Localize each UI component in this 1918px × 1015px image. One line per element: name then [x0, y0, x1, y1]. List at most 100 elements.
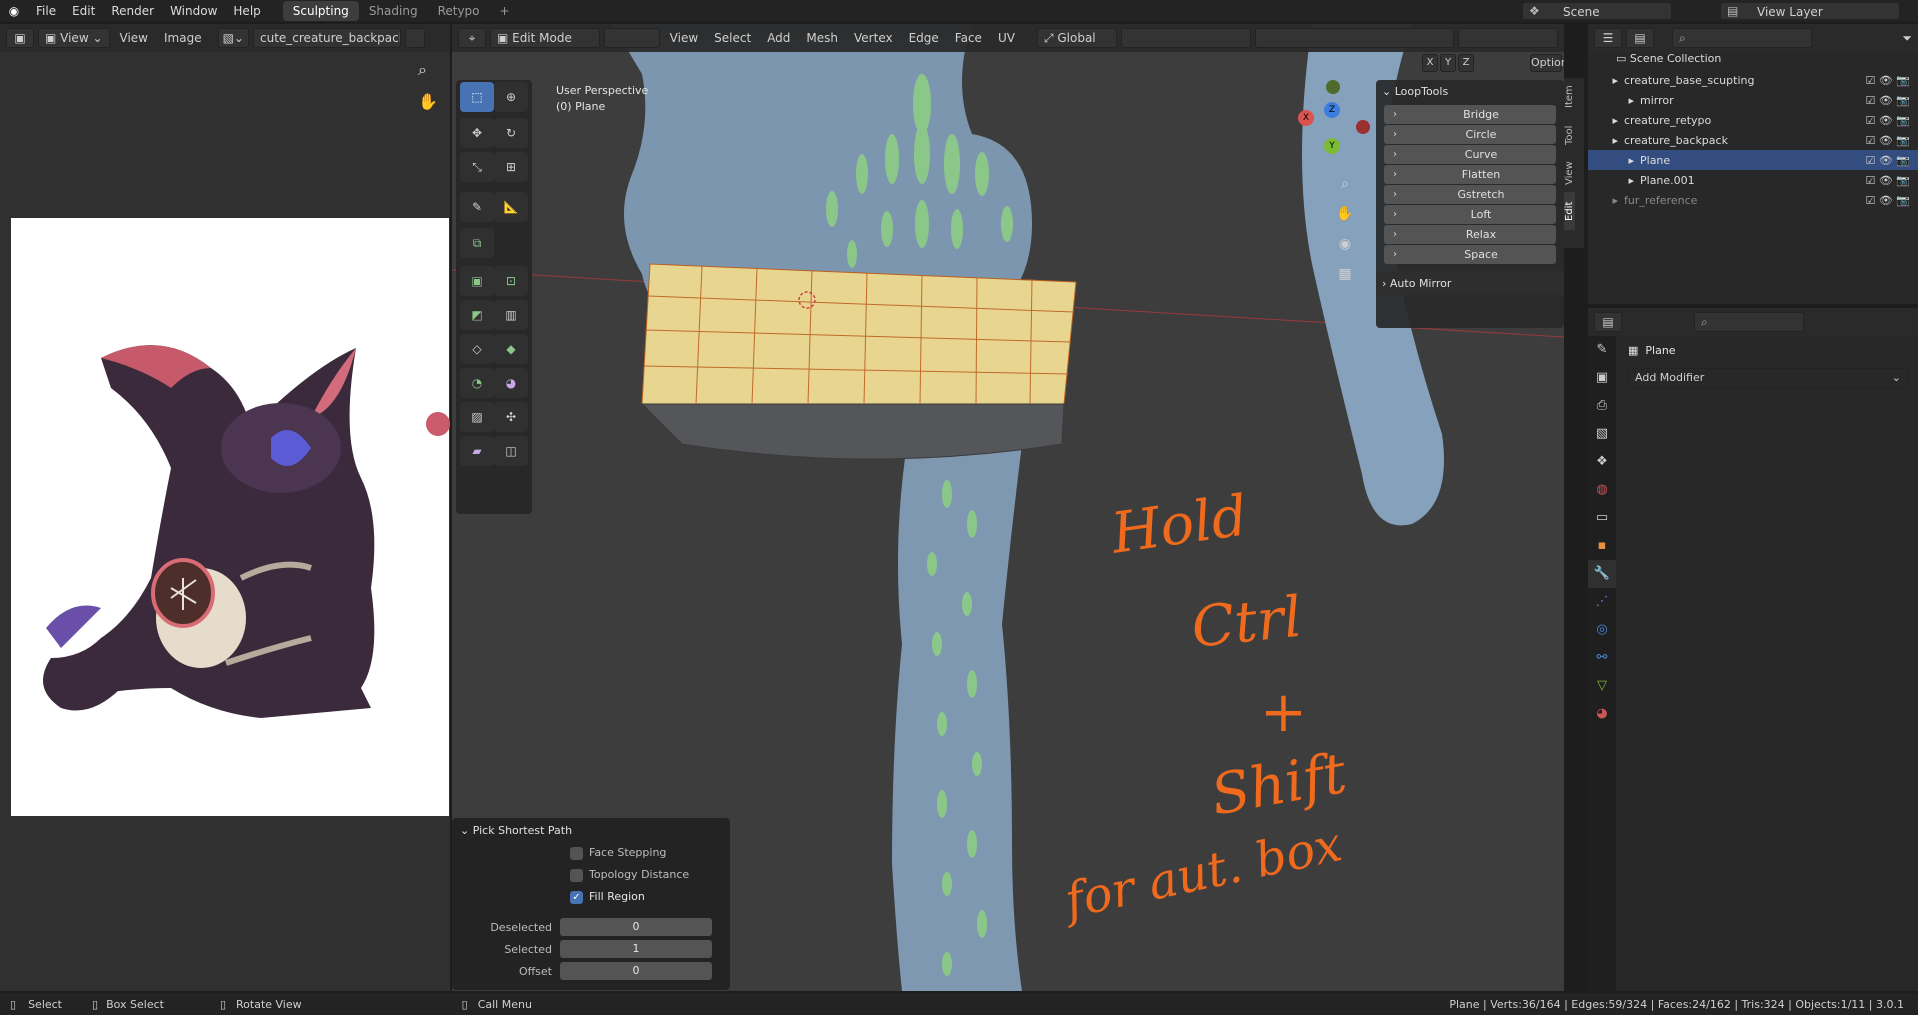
visibility-toggle-icons[interactable]: ☑ 👁 📷 — [1865, 114, 1910, 127]
expand-arrow-icon[interactable]: ▸ — [1588, 74, 1624, 87]
image-browse-button[interactable]: ▧⌄ — [217, 28, 249, 48]
visibility-toggle-icons[interactable]: ☑ 👁 📷 — [1865, 74, 1910, 87]
offset-field[interactable]: 0 — [560, 962, 712, 980]
pan-hand-icon[interactable]: ✋ — [1332, 199, 1358, 229]
mirror-x-button[interactable]: X — [1422, 54, 1438, 72]
outliner-row[interactable]: ▸ fur_reference ☑ 👁 📷 — [1588, 190, 1918, 210]
gizmo-x-axis[interactable]: X — [1298, 110, 1314, 126]
select-box-tool[interactable]: ⬚ — [460, 82, 494, 112]
zoom-icon[interactable]: ⌕ — [1332, 169, 1358, 199]
expand-arrow-icon[interactable]: ▸ — [1588, 174, 1640, 187]
mode-dropdown[interactable]: ▣ Edit Mode — [489, 28, 600, 48]
deselected-field[interactable]: 0 — [560, 918, 712, 936]
editor-type-icon[interactable]: ▤ — [1594, 312, 1622, 332]
view-mode-dropdown[interactable]: ▣ View ⌄ — [38, 28, 110, 48]
camera-icon[interactable]: ◉ — [1332, 229, 1358, 259]
scene-tab-icon[interactable]: ❖ — [1588, 448, 1616, 476]
rip-tool[interactable]: ◫ — [494, 436, 528, 466]
snapping-controls[interactable] — [1120, 28, 1251, 48]
visibility-toggle-icons[interactable]: ☑ 👁 📷 — [1865, 154, 1910, 167]
outliner-row[interactable]: ▸ creature_backpack ☑ 👁 📷 — [1588, 130, 1918, 150]
shrink-fatten-tool[interactable]: ✣ — [494, 402, 528, 432]
render-tab-icon[interactable]: ▣ — [1588, 364, 1616, 392]
transform-tool[interactable]: ⊞ — [494, 152, 528, 182]
image-filename-field[interactable]: cute_creature_backpack.jpg — [253, 28, 401, 48]
constraints-tab-icon[interactable]: ⚯ — [1588, 644, 1616, 672]
looptools-item[interactable]: › Circle — [1384, 125, 1556, 144]
physics-tab-icon[interactable]: ◎ — [1588, 616, 1616, 644]
tab-view[interactable]: View — [1564, 154, 1575, 192]
looptools-item[interactable]: › Flatten — [1384, 165, 1556, 184]
knife-tool[interactable]: ◇ — [460, 334, 494, 364]
menu-add[interactable]: Add — [761, 28, 796, 48]
measure-tool[interactable]: 📐 — [494, 192, 528, 222]
expand-arrow-icon[interactable]: ▸ — [1588, 114, 1624, 127]
looptools-header[interactable]: ⌄ LoopTools — [1376, 80, 1564, 102]
menu-face[interactable]: Face — [949, 28, 988, 48]
auto-mirror-header[interactable]: › Auto Mirror — [1376, 271, 1564, 295]
workspace-tab-sculpting[interactable]: Sculpting — [282, 1, 359, 21]
object-tab-icon[interactable]: ▪ — [1588, 532, 1616, 560]
menu-select[interactable]: Select — [708, 28, 757, 48]
menu-window[interactable]: Window — [162, 0, 225, 22]
outliner-search-input[interactable]: ⌕ — [1672, 28, 1812, 48]
poly-build-tool[interactable]: ◆ — [494, 334, 528, 364]
3d-viewport[interactable]: ⌖ ▣ Edit Mode View Select Add Mesh Verte… — [452, 24, 1564, 991]
add-workspace-button[interactable]: + — [490, 1, 520, 21]
topology-distance-checkbox[interactable]: Topology Distance — [570, 864, 730, 886]
collection-tab-icon[interactable]: ▭ — [1588, 504, 1616, 532]
menu-image[interactable]: Image — [158, 28, 208, 48]
rotate-tool[interactable]: ↻ — [494, 118, 528, 148]
inset-tool[interactable]: ⊡ — [494, 266, 528, 296]
expand-arrow-icon[interactable]: ▸ — [1588, 154, 1640, 167]
orientation-dropdown[interactable]: ⤢ Global — [1036, 28, 1117, 48]
visibility-toggle-icons[interactable]: ☑ 👁 📷 — [1865, 194, 1910, 207]
looptools-item[interactable]: › Curve — [1384, 145, 1556, 164]
mirror-z-button[interactable]: Z — [1458, 54, 1474, 72]
properties-search-input[interactable]: ⌕ — [1694, 312, 1804, 332]
gizmo-neg-x[interactable] — [1356, 120, 1370, 134]
menu-file[interactable]: File — [28, 0, 64, 22]
material-tab-icon[interactable]: ◕ — [1588, 700, 1616, 728]
workspace-tab-retypo[interactable]: Retypo — [428, 1, 490, 21]
cursor-tool[interactable]: ⊕ — [494, 82, 528, 112]
scene-selector[interactable]: ❖ Scene — [1522, 2, 1672, 20]
menu-edge[interactable]: Edge — [903, 28, 945, 48]
viewport-overlays[interactable] — [1254, 28, 1455, 48]
options-dropdown[interactable]: Options — [1530, 54, 1564, 72]
loop-cut-tool[interactable]: ▥ — [494, 300, 528, 330]
zoom-icon[interactable]: ⌕ — [418, 60, 427, 80]
tab-tool[interactable]: Tool — [1564, 116, 1575, 154]
visibility-toggle-icons[interactable]: ☑ 👁 📷 — [1865, 134, 1910, 147]
output-tab-icon[interactable]: ⎙ — [1588, 392, 1616, 420]
workspace-tab-shading[interactable]: Shading — [359, 1, 428, 21]
add-cube-tool[interactable]: ⧉ — [460, 228, 494, 258]
navigation-gizmo[interactable]: X Z Y — [1274, 78, 1374, 168]
smooth-tool[interactable]: ◕ — [494, 368, 528, 398]
shading-mode-buttons[interactable] — [1458, 28, 1558, 48]
duplicate-image-icon[interactable] — [405, 28, 425, 48]
menu-edit[interactable]: Edit — [64, 0, 103, 22]
gizmo-y-axis[interactable]: Y — [1324, 138, 1340, 154]
face-stepping-checkbox[interactable]: Face Stepping — [570, 842, 730, 864]
scale-tool[interactable]: ⤡ — [460, 152, 494, 182]
data-tab-icon[interactable]: ▽ — [1588, 672, 1616, 700]
operator-panel-header[interactable]: ⌄ Pick Shortest Path — [452, 818, 730, 842]
expand-arrow-icon[interactable]: ▸ — [1588, 134, 1624, 147]
world-tab-icon[interactable]: ◍ — [1588, 476, 1616, 504]
looptools-item[interactable]: › Loft — [1384, 205, 1556, 224]
outliner-row[interactable]: ▸ Plane.001 ☑ 👁 📷 — [1588, 170, 1918, 190]
visibility-toggle-icons[interactable]: ☑ 👁 📷 — [1865, 94, 1910, 107]
menu-vertex[interactable]: Vertex — [848, 28, 899, 48]
view-layer-selector[interactable]: ▤ View Layer — [1720, 2, 1900, 20]
expand-arrow-icon[interactable]: ▸ — [1588, 94, 1640, 107]
tab-edit[interactable]: Edit — [1564, 192, 1575, 230]
menu-view[interactable]: View — [664, 28, 704, 48]
display-mode-icon[interactable]: ▤ — [1626, 28, 1654, 48]
edge-slide-tool[interactable]: ▨ — [460, 402, 494, 432]
shear-tool[interactable]: ▰ — [460, 436, 494, 466]
editor-type-icon[interactable]: ⌖ — [458, 28, 486, 48]
visibility-toggle-icons[interactable]: ☑ 👁 📷 — [1865, 174, 1910, 187]
outliner-row[interactable]: ▸ creature_retypo ☑ 👁 📷 — [1588, 110, 1918, 130]
extrude-tool[interactable]: ▣ — [460, 266, 494, 296]
